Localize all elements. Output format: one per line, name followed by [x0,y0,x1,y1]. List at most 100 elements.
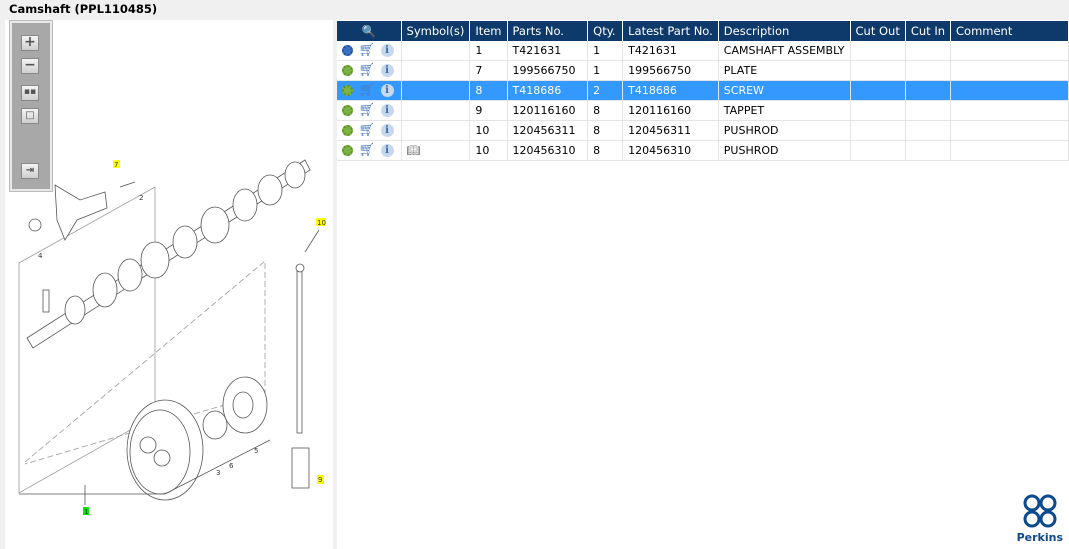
info-icon[interactable]: i [380,84,394,97]
callout-1: 1 [84,508,88,516]
callout-7: 7 [114,161,118,169]
table-row[interactable]: 🛒︎ i 1 T421631 1 T421631 CAMSHAFT ASSEMB… [337,41,1069,61]
cut-in-cell [905,120,952,141]
symbols-cell [401,100,471,121]
item-cell: 10 [469,140,508,161]
header-symbols[interactable]: Symbol(s) [401,21,471,41]
cut-in-cell [905,140,952,161]
gear-icon[interactable] [342,125,353,136]
gear-icon[interactable] [342,145,353,156]
fit-all-button[interactable]: ▪▪ [21,85,39,101]
symbols-cell [401,80,471,101]
cart-icon[interactable]: 🛒︎ [359,103,376,118]
qty-cell: 2 [587,80,624,101]
header-description[interactable]: Description [718,21,851,41]
callout-4: 4 [38,252,43,260]
gear-icon[interactable] [342,65,353,76]
table-row[interactable]: 🛒︎ i 9 120116160 8 120116160 TAPPET [337,100,1069,121]
diagram-panel[interactable]: 7 2 4 10 1 3 6 5 9 + − ▪▪ □ ⇥ [5,20,333,549]
latest-part-no-cell: 199566750 [622,60,719,81]
zoom-in-button[interactable]: + [21,35,39,51]
cut-in-cell [905,80,952,101]
row-actions: 🛒︎ i [337,60,402,81]
info-icon[interactable]: i [380,104,394,117]
item-cell: 1 [469,41,508,61]
cart-icon[interactable]: 🛒︎ [359,143,376,158]
qty-cell: 1 [587,41,624,61]
header-cut-in[interactable]: Cut In [905,21,952,41]
book-search-icon[interactable]: 📖︎ [407,144,421,157]
callout-3: 3 [216,469,220,477]
camshaft [26,159,311,349]
comment-cell [950,60,1069,81]
description-cell: SCREW [718,80,851,101]
header-cut-out[interactable]: Cut Out [850,21,906,41]
row-actions: 🛒︎ i [337,41,402,61]
description-cell: CAMSHAFT ASSEMBLY [718,41,851,61]
comment-cell [950,80,1069,101]
info-icon[interactable]: i [380,64,394,77]
parts-no-cell: 120456311 [507,120,589,141]
latest-part-no-cell: 120456310 [622,140,719,161]
export-button[interactable]: ⇥ [21,163,39,179]
zoom-out-button[interactable]: − [21,58,39,74]
gear [126,399,204,501]
cut-in-cell [905,100,952,121]
latest-part-no-cell: T421631 [622,41,719,61]
latest-part-no-cell: 120116160 [622,100,719,121]
qty-cell: 8 [587,140,624,161]
actual-size-button[interactable]: □ [21,108,39,124]
symbols-cell: 📖︎ [401,140,471,161]
cut-out-cell [850,60,906,81]
qty-cell: 8 [587,120,624,141]
info-icon[interactable]: i [380,144,394,157]
cut-out-cell [850,140,906,161]
table-row[interactable]: 🛒︎ i 8 T418686 2 T418686 SCREW [337,80,1069,101]
description-cell: PUSHROD [718,120,851,141]
latest-part-no-cell: T418686 [622,80,719,101]
table-row[interactable]: 🛒︎ i 10 120456311 8 120456311 PUSHROD [337,120,1069,141]
parts-no-cell: T418686 [507,80,589,101]
info-icon[interactable]: i [380,124,394,137]
latest-part-no-cell: 120456311 [622,120,719,141]
callout-2: 2 [139,194,143,202]
symbols-cell [401,120,471,141]
gear-icon[interactable] [342,105,353,116]
symbols-cell [401,41,471,61]
parts-table: 🔍 Symbol(s) Item Parts No. Qty. Latest P… [337,21,1069,161]
cart-icon[interactable]: 🛒︎ [359,83,376,98]
perkins-logo-mark [1023,494,1057,528]
header-comment[interactable]: Comment [950,21,1069,41]
cart-icon[interactable]: 🛒︎ [359,123,376,138]
cut-out-cell [850,120,906,141]
comment-cell [950,120,1069,141]
item-cell: 7 [469,60,508,81]
header-qty[interactable]: Qty. [587,21,624,41]
table-row[interactable]: 🛒︎ i 7 199566750 1 199566750 PLATE [337,60,1069,81]
search-icon[interactable]: 🔍 [362,24,376,38]
assembly-gears-icon[interactable] [342,45,353,56]
qty-cell: 1 [587,60,624,81]
parts-no-cell: 199566750 [507,60,589,81]
callout-10: 10 [317,219,326,227]
cut-in-cell [905,60,952,81]
perkins-logo: Perkins [1017,494,1063,544]
comment-cell [950,100,1069,121]
info-icon[interactable]: i [380,44,394,57]
header-search[interactable]: 🔍 [337,21,402,41]
table-row[interactable]: 🛒︎ i 📖︎ 10 120456310 8 120456310 PUSHROD [337,140,1069,161]
gear-icon[interactable] [342,85,353,96]
callout-5: 5 [254,447,258,455]
header-item[interactable]: Item [469,21,508,41]
exploded-diagram: 7 2 4 10 1 3 6 5 9 [18,159,326,516]
item-cell: 9 [469,100,508,121]
header-latest-part-no[interactable]: Latest Part No. [622,21,719,41]
cut-in-cell [905,41,952,61]
parts-no-cell: 120116160 [507,100,589,121]
header-parts-no[interactable]: Parts No. [507,21,589,41]
window-title: Camshaft (PPL110485) [9,2,158,16]
parts-no-cell: T421631 [507,41,589,61]
row-actions: 🛒︎ i [337,140,402,161]
cart-icon[interactable]: 🛒︎ [359,63,376,78]
cart-icon[interactable]: 🛒︎ [359,43,376,58]
